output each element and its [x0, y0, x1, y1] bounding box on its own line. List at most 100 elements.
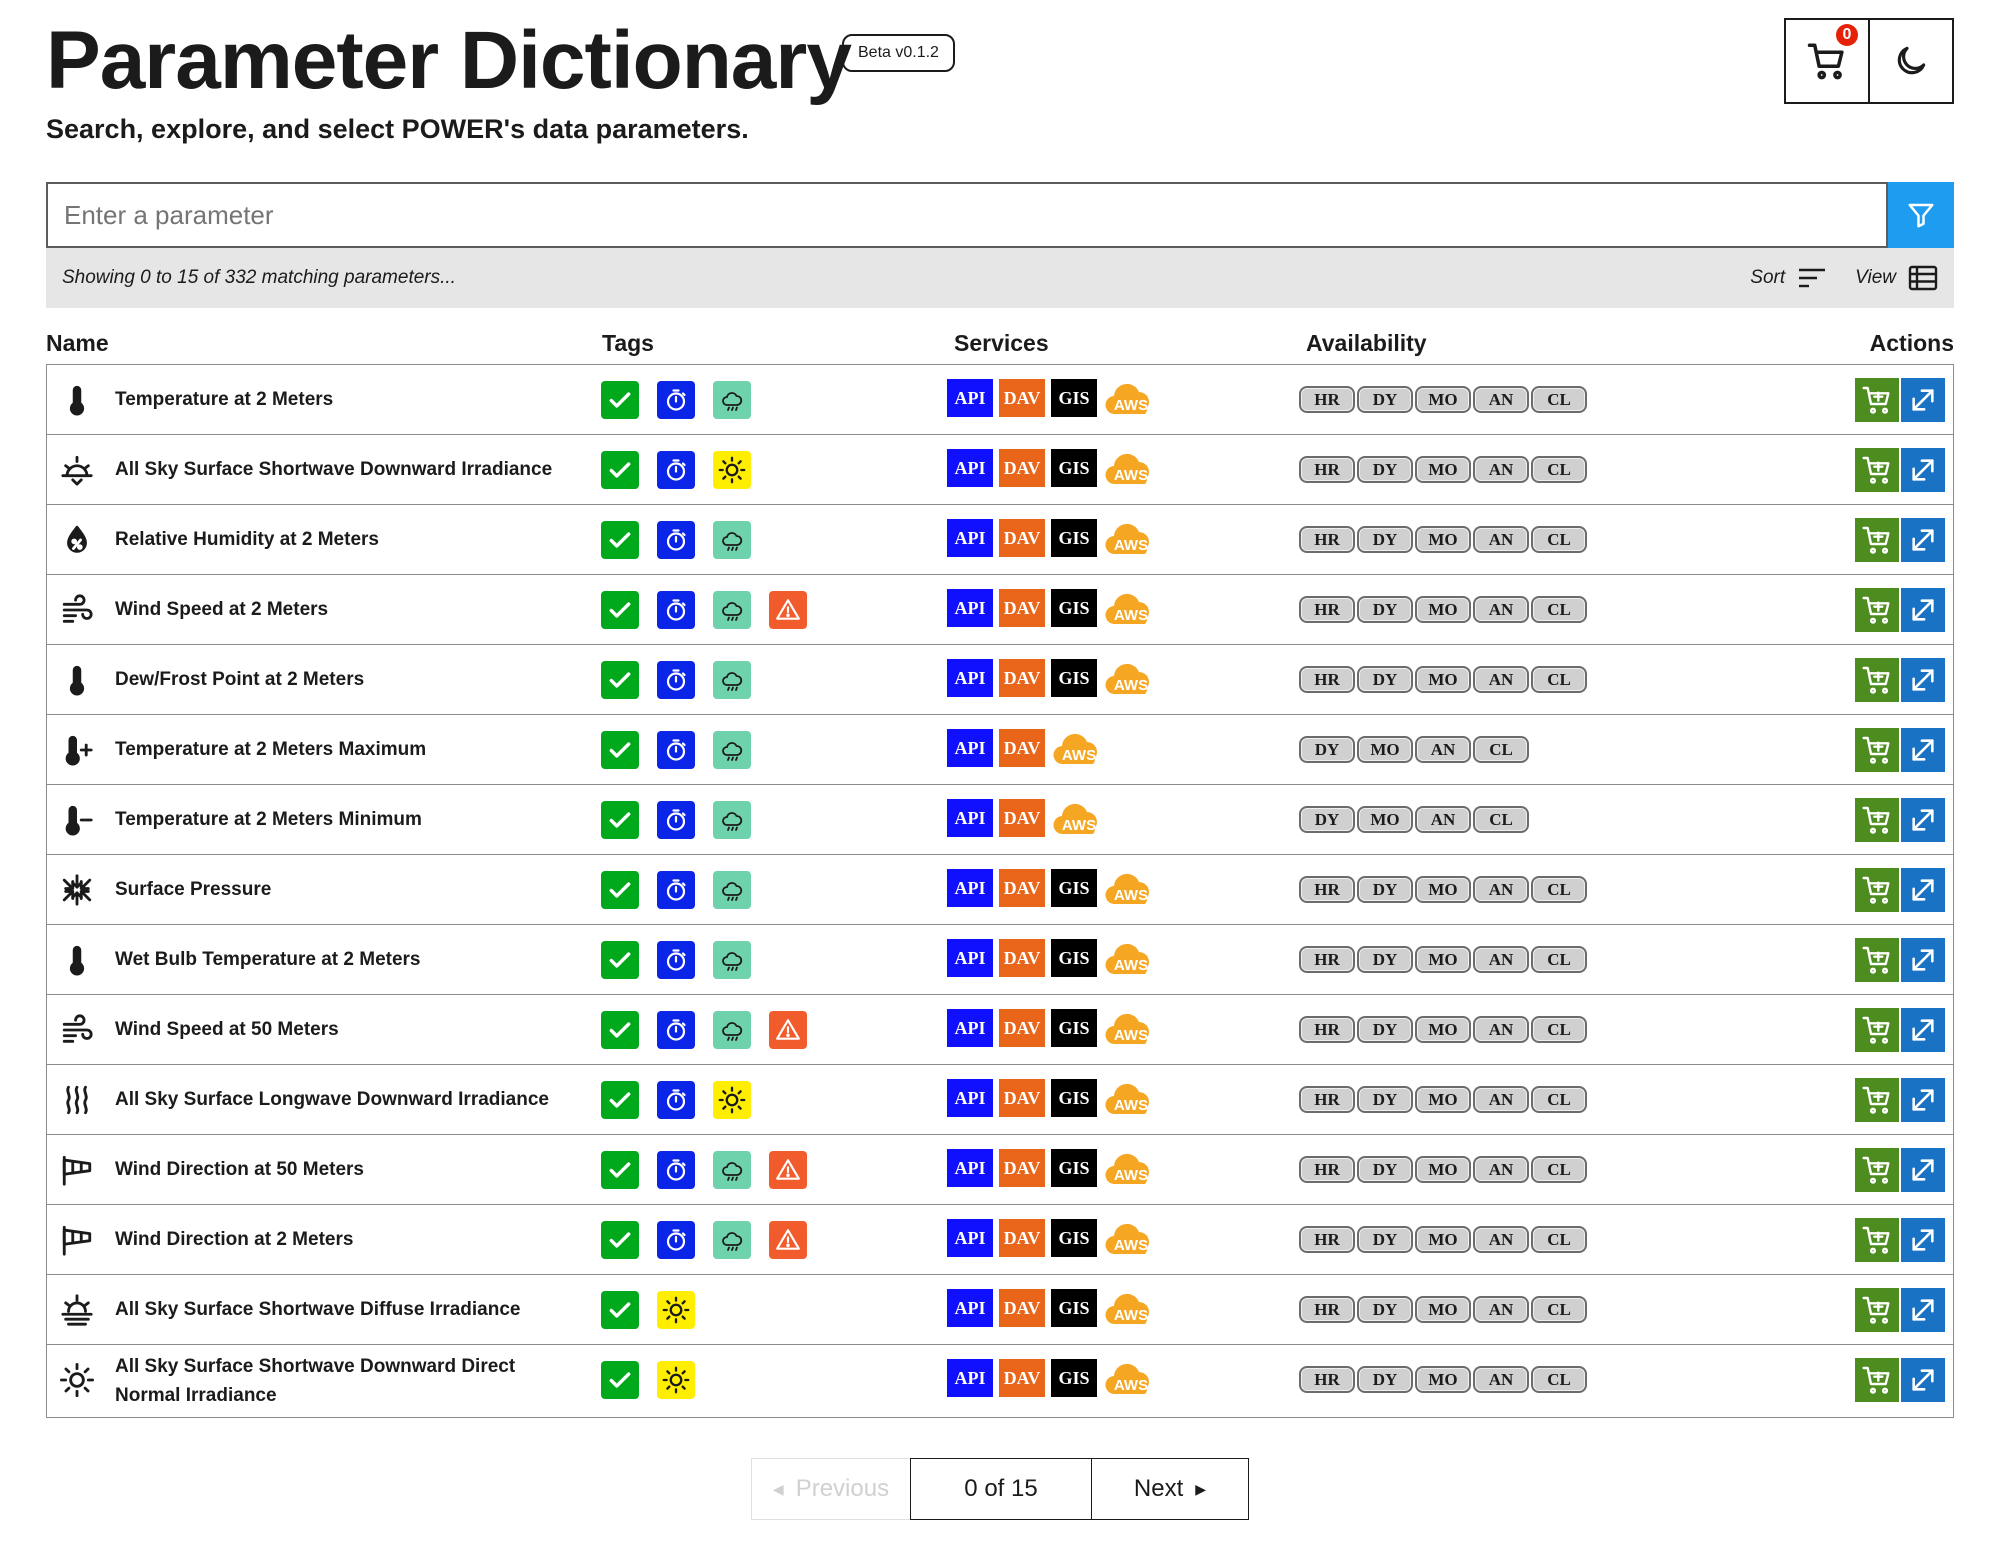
api-service-badge[interactable]: API [947, 1359, 993, 1397]
aws-service-icon[interactable]: AWS [1103, 379, 1157, 417]
dav-service-badge[interactable]: DAV [999, 939, 1045, 977]
checkmark-icon[interactable] [601, 1151, 639, 1189]
dav-service-badge[interactable]: DAV [999, 659, 1045, 697]
api-service-badge[interactable]: API [947, 379, 993, 417]
dav-service-badge[interactable]: DAV [999, 1079, 1045, 1117]
sun-icon[interactable] [657, 1361, 695, 1399]
checkmark-icon[interactable] [601, 661, 639, 699]
api-service-badge[interactable]: API [947, 869, 993, 907]
stopwatch-icon[interactable] [657, 451, 695, 489]
add-to-cart-button[interactable] [1855, 868, 1899, 912]
api-service-badge[interactable]: API [947, 1219, 993, 1257]
aws-service-icon[interactable]: AWS [1103, 519, 1157, 557]
parameter-name[interactable]: All Sky Surface Shortwave Downward Direc… [115, 1345, 585, 1417]
parameter-name[interactable]: All Sky Surface Shortwave Diffuse Irradi… [115, 1275, 585, 1344]
stopwatch-icon[interactable] [657, 521, 695, 559]
api-service-badge[interactable]: API [947, 939, 993, 977]
meteorology-icon[interactable] [713, 1221, 751, 1259]
gis-service-badge[interactable]: GIS [1051, 1149, 1097, 1187]
meteorology-icon[interactable] [713, 1151, 751, 1189]
warning-icon[interactable] [769, 1221, 807, 1259]
dav-service-badge[interactable]: DAV [999, 1009, 1045, 1047]
stopwatch-icon[interactable] [657, 801, 695, 839]
dav-service-badge[interactable]: DAV [999, 1149, 1045, 1187]
add-to-cart-button[interactable] [1855, 658, 1899, 702]
open-details-button[interactable] [1901, 938, 1945, 982]
open-details-button[interactable] [1901, 1218, 1945, 1262]
dav-service-badge[interactable]: DAV [999, 1289, 1045, 1327]
parameter-name[interactable]: Temperature at 2 Meters Maximum [115, 715, 585, 784]
aws-service-icon[interactable]: AWS [1103, 589, 1157, 627]
dav-service-badge[interactable]: DAV [999, 799, 1045, 837]
parameter-name[interactable]: Wind Speed at 2 Meters [115, 575, 585, 644]
stopwatch-icon[interactable] [657, 381, 695, 419]
stopwatch-icon[interactable] [657, 1151, 695, 1189]
checkmark-icon[interactable] [601, 731, 639, 769]
open-details-button[interactable] [1901, 1358, 1945, 1402]
sun-icon[interactable] [657, 1291, 695, 1329]
dav-service-badge[interactable]: DAV [999, 1359, 1045, 1397]
sort-control[interactable]: Sort [1750, 266, 1827, 290]
parameter-name[interactable]: Wind Direction at 50 Meters [115, 1135, 585, 1204]
api-service-badge[interactable]: API [947, 589, 993, 627]
aws-service-icon[interactable]: AWS [1051, 729, 1105, 767]
parameter-name[interactable]: Temperature at 2 Meters [115, 365, 585, 434]
aws-service-icon[interactable]: AWS [1103, 1079, 1157, 1117]
meteorology-icon[interactable] [713, 731, 751, 769]
gis-service-badge[interactable]: GIS [1051, 379, 1097, 417]
stopwatch-icon[interactable] [657, 591, 695, 629]
checkmark-icon[interactable] [601, 521, 639, 559]
stopwatch-icon[interactable] [657, 941, 695, 979]
dav-service-badge[interactable]: DAV [999, 869, 1045, 907]
add-to-cart-button[interactable] [1855, 798, 1899, 842]
filter-button[interactable] [1888, 182, 1954, 248]
open-details-button[interactable] [1901, 448, 1945, 492]
parameter-name[interactable]: Wet Bulb Temperature at 2 Meters [115, 925, 585, 994]
add-to-cart-button[interactable] [1855, 1078, 1899, 1122]
add-to-cart-button[interactable] [1855, 518, 1899, 562]
open-details-button[interactable] [1901, 1288, 1945, 1332]
meteorology-icon[interactable] [713, 521, 751, 559]
checkmark-icon[interactable] [601, 381, 639, 419]
dark-mode-button[interactable] [1868, 18, 1954, 104]
parameter-name[interactable]: All Sky Surface Shortwave Downward Irrad… [115, 435, 585, 504]
add-to-cart-button[interactable] [1855, 1288, 1899, 1332]
warning-icon[interactable] [769, 1011, 807, 1049]
open-details-button[interactable] [1901, 1078, 1945, 1122]
column-name[interactable]: Name [46, 330, 109, 357]
checkmark-icon[interactable] [601, 1011, 639, 1049]
stopwatch-icon[interactable] [657, 1011, 695, 1049]
meteorology-icon[interactable] [713, 381, 751, 419]
add-to-cart-button[interactable] [1855, 1358, 1899, 1402]
stopwatch-icon[interactable] [657, 731, 695, 769]
stopwatch-icon[interactable] [657, 661, 695, 699]
aws-service-icon[interactable]: AWS [1051, 799, 1105, 837]
dav-service-badge[interactable]: DAV [999, 1219, 1045, 1257]
api-service-badge[interactable]: API [947, 1079, 993, 1117]
add-to-cart-button[interactable] [1855, 1008, 1899, 1052]
parameter-name[interactable]: Dew/Frost Point at 2 Meters [115, 645, 585, 714]
parameter-name[interactable]: Wind Direction at 2 Meters [115, 1205, 585, 1274]
api-service-badge[interactable]: API [947, 449, 993, 487]
open-details-button[interactable] [1901, 1008, 1945, 1052]
open-details-button[interactable] [1901, 378, 1945, 422]
aws-service-icon[interactable]: AWS [1103, 1149, 1157, 1187]
gis-service-badge[interactable]: GIS [1051, 1079, 1097, 1117]
checkmark-icon[interactable] [601, 871, 639, 909]
parameter-name[interactable]: Temperature at 2 Meters Minimum [115, 785, 585, 854]
add-to-cart-button[interactable] [1855, 448, 1899, 492]
open-details-button[interactable] [1901, 1148, 1945, 1192]
checkmark-icon[interactable] [601, 591, 639, 629]
aws-service-icon[interactable]: AWS [1103, 869, 1157, 907]
meteorology-icon[interactable] [713, 801, 751, 839]
stopwatch-icon[interactable] [657, 1221, 695, 1259]
add-to-cart-button[interactable] [1855, 938, 1899, 982]
cart-button[interactable]: 0 [1784, 18, 1870, 104]
add-to-cart-button[interactable] [1855, 1218, 1899, 1262]
add-to-cart-button[interactable] [1855, 728, 1899, 772]
gis-service-badge[interactable]: GIS [1051, 939, 1097, 977]
api-service-badge[interactable]: API [947, 519, 993, 557]
checkmark-icon[interactable] [601, 1221, 639, 1259]
aws-service-icon[interactable]: AWS [1103, 939, 1157, 977]
api-service-badge[interactable]: API [947, 659, 993, 697]
